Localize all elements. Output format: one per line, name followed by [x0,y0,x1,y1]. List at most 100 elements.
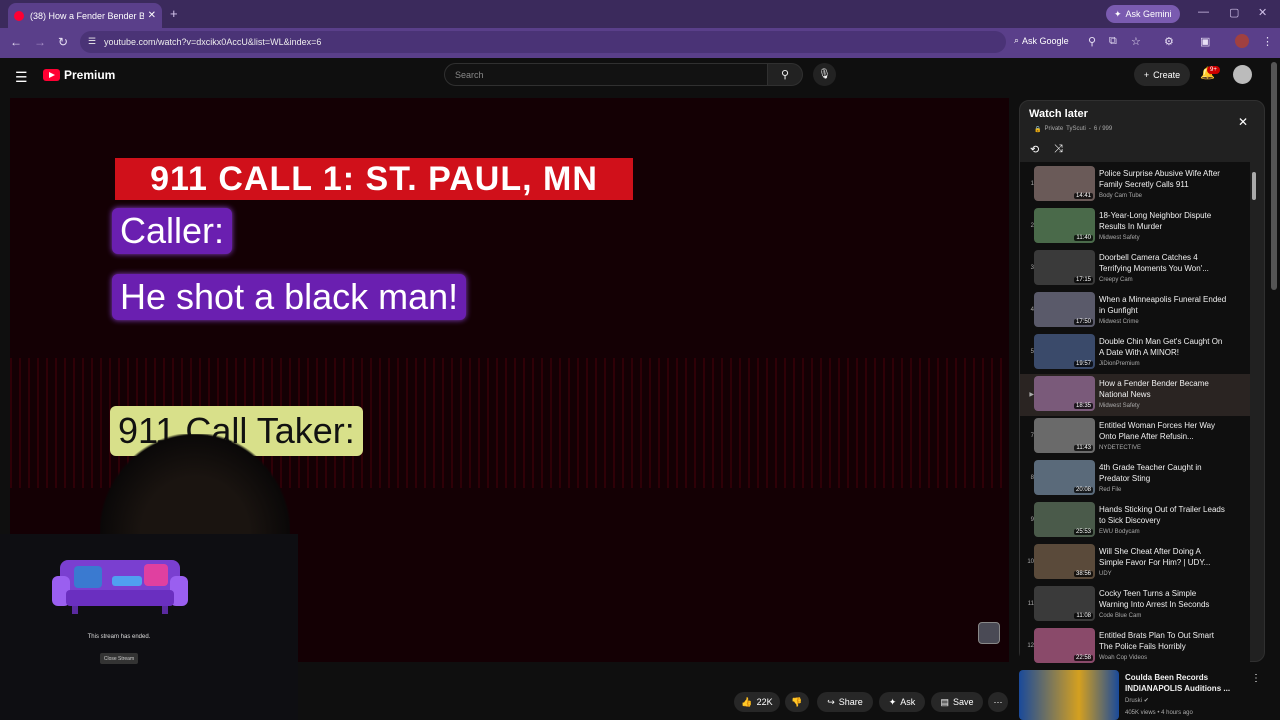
playlist-item-title[interactable]: 18-Year-Long Neighbor Dispute Results In… [1099,210,1227,232]
playlist-item-thumbnail[interactable]: 25:53 [1034,502,1095,537]
page-scrollbar-thumb[interactable] [1271,62,1277,290]
url-field[interactable]: ☰ youtube.com/watch?v=dxcikx0AccU&list=W… [80,31,1006,53]
reload-icon[interactable]: ↻ [58,35,68,49]
tab-close-icon[interactable]: ✕ [148,10,156,21]
recommended-thumbnail[interactable] [1019,670,1119,720]
share-button[interactable]: ↪ Share [817,692,873,712]
recommended-more-icon[interactable]: ⋮ [1251,673,1261,684]
recommended-channel[interactable]: Druski ✔ [1125,697,1149,704]
close-stream-button[interactable]: Close Stream [100,653,138,664]
playlist-item-channel[interactable]: EWU Bodycam [1099,529,1140,535]
save-button[interactable]: ▤ Save [931,692,983,712]
playlist-item[interactable]: 5 19:57 Double Chin Man Get's Caught On A … [1020,332,1250,374]
shuffle-icon[interactable]: ⤨ [1054,143,1063,156]
playlist-item-thumbnail[interactable]: 38:56 [1034,544,1095,579]
playlist-item-channel[interactable]: NYDETECTIVE [1099,445,1141,451]
ask-gemini-label: Ask Gemini [1125,9,1172,19]
playlist-item-title[interactable]: Entitled Woman Forces Her Way Onto Plane… [1099,420,1227,442]
playlist-item-channel[interactable]: Midwest Safety [1099,403,1140,409]
search-input[interactable]: Search [444,63,768,86]
sidebar-icon[interactable]: ▣ [1200,35,1210,48]
youtube-premium-logo[interactable]: Premium [43,68,115,82]
playlist-item[interactable]: 1 14:41 Police Surprise Abusive Wife After… [1020,164,1250,206]
playlist-item[interactable]: ▶ 18:35 How a Fender Bender Became Nationa… [1020,374,1250,416]
install-app-icon[interactable]: ⧉ [1109,35,1117,48]
playlist-item-title[interactable]: Will She Cheat After Doing A Simple Favo… [1099,546,1227,568]
playlist-item-thumbnail[interactable]: 18:35 [1034,376,1095,411]
playlist-item-duration: 22:58 [1073,655,1093,661]
playlist-item-title[interactable]: Double Chin Man Get's Caught On A Date W… [1099,336,1227,358]
playlist-owner[interactable]: TyScuti [1066,126,1086,133]
close-window-icon[interactable]: ✕ [1258,6,1267,19]
maximize-window-icon[interactable]: ▢ [1229,6,1239,19]
playlist-item-title[interactable]: When a Minneapolis Funeral Ended in Gunf… [1099,294,1227,316]
playlist-item-channel[interactable]: JiDionPremium [1099,361,1140,367]
playlist-item-title[interactable]: 4th Grade Teacher Caught in Predator Sti… [1099,462,1227,484]
browser-tab-youtube[interactable]: (38) How a Fender Bender Beca ✕ [8,3,162,28]
like-button[interactable]: 👍 22K [734,692,780,712]
minimize-window-icon[interactable]: — [1198,6,1209,18]
playlist-item-channel[interactable]: Midwest Safety [1099,235,1140,241]
voice-search-button[interactable]: 🎙 [813,63,836,86]
forward-arrow-icon[interactable]: → [34,35,46,49]
playlist-item-channel[interactable]: UDY [1099,571,1112,577]
playlist-item[interactable]: 4 17:50 When a Minneapolis Funeral Ended i… [1020,290,1250,332]
loop-playlist-icon[interactable]: ⟲ [1030,143,1039,156]
channel-watermark-icon[interactable] [978,622,1000,644]
playlist-scrollbar[interactable] [1252,166,1257,656]
playlist-item-index: 3 [1030,265,1034,271]
extensions-icon[interactable]: ⚙ [1164,35,1174,48]
playlist-item-channel[interactable]: Creepy Cam [1099,277,1133,283]
back-arrow-icon[interactable]: ← [10,35,22,49]
playlist-item[interactable]: 11 11:08 Cocky Teen Turns a Simple Warning… [1020,584,1250,626]
ask-gemini-button[interactable]: ✦ Ask Gemini [1106,5,1180,23]
playlist-title[interactable]: Watch later [1029,108,1088,120]
playlist-item-thumbnail[interactable]: 11:43 [1034,418,1095,453]
playlist-item-thumbnail[interactable]: 17:15 [1034,250,1095,285]
playlist-item-thumbnail[interactable]: 17:50 [1034,292,1095,327]
playlist-item-channel[interactable]: Midwest Crime [1099,319,1139,325]
playlist-item-channel[interactable]: Body Cam Tube [1099,193,1142,199]
playlist-item-thumbnail[interactable]: 22:58 [1034,628,1095,663]
verified-check-icon: ✔ [1143,698,1149,704]
recommended-title[interactable]: Coulda Been Records INDIANAPOLIS Auditio… [1125,672,1250,694]
ask-button[interactable]: ✦ Ask [879,692,925,712]
playlist-item-title[interactable]: How a Fender Bender Became National News [1099,378,1227,400]
playlist-item-channel[interactable]: Code Blue Cam [1099,613,1141,619]
playlist-item-channel[interactable]: Red File [1099,487,1121,493]
playlist-item[interactable]: 9 25:53 Hands Sticking Out of Trailer Lead… [1020,500,1250,542]
create-button[interactable]: + Create [1134,63,1190,86]
playlist-item[interactable]: 8 20:08 4th Grade Teacher Caught in Predat… [1020,458,1250,500]
close-panel-icon[interactable]: ✕ [1238,115,1248,129]
bookmark-star-icon[interactable]: ☆ [1131,35,1141,48]
lock-icon: 🔒 [1034,127,1042,133]
site-info-icon[interactable]: ☰ [88,36,96,47]
search-button[interactable]: ⚲ [767,63,803,86]
playlist-item-thumbnail[interactable]: 19:57 [1034,334,1095,369]
playlist-item-title[interactable]: Doorbell Camera Catches 4 Terrifying Mom… [1099,252,1227,274]
playlist-item-thumbnail[interactable]: 14:41 [1034,166,1095,201]
playlist-item-thumbnail[interactable]: 11:40 [1034,208,1095,243]
playlist-item-channel[interactable]: Woah Cop Videos [1099,655,1147,661]
dislike-button[interactable]: 👎 [785,692,809,712]
playlist-item[interactable]: 3 17:15 Doorbell Camera Catches 4 Terrifyi… [1020,248,1250,290]
browser-profile-avatar[interactable] [1235,34,1249,48]
playlist-item[interactable]: 12 22:58 Entitled Brats Plan To Out Smart … [1020,626,1250,668]
playlist-item[interactable]: 2 11:40 18-Year-Long Neighbor Dispute Resu… [1020,206,1250,248]
more-actions-button[interactable]: ⋯ [988,692,1008,712]
menu-hamburger-icon[interactable]: ☰ [15,69,28,86]
browser-menu-icon[interactable]: ⋮ [1262,35,1273,48]
playlist-item-title[interactable]: Police Surprise Abusive Wife After Famil… [1099,168,1227,190]
playlist-item[interactable]: 7 11:43 Entitled Woman Forces Her Way Onto… [1020,416,1250,458]
new-tab-button[interactable]: + [170,6,178,21]
playlist-item-title[interactable]: Cocky Teen Turns a Simple Warning Into A… [1099,588,1227,610]
playlist-item[interactable]: 10 38:56 Will She Cheat After Doing A Simp… [1020,542,1250,584]
playlist-item-thumbnail[interactable]: 11:08 [1034,586,1095,621]
ask-google-button[interactable]: ⌕ Ask Google [1014,35,1069,46]
zoom-icon[interactable]: ⚲ [1088,35,1096,48]
playlist-item-title[interactable]: Entitled Brats Plan To Out Smart The Pol… [1099,630,1227,652]
playlist-item-thumbnail[interactable]: 20:08 [1034,460,1095,495]
playlist-scroll-thumb[interactable] [1252,172,1256,200]
account-avatar[interactable] [1233,65,1252,84]
playlist-item-title[interactable]: Hands Sticking Out of Trailer Leads to S… [1099,504,1227,526]
